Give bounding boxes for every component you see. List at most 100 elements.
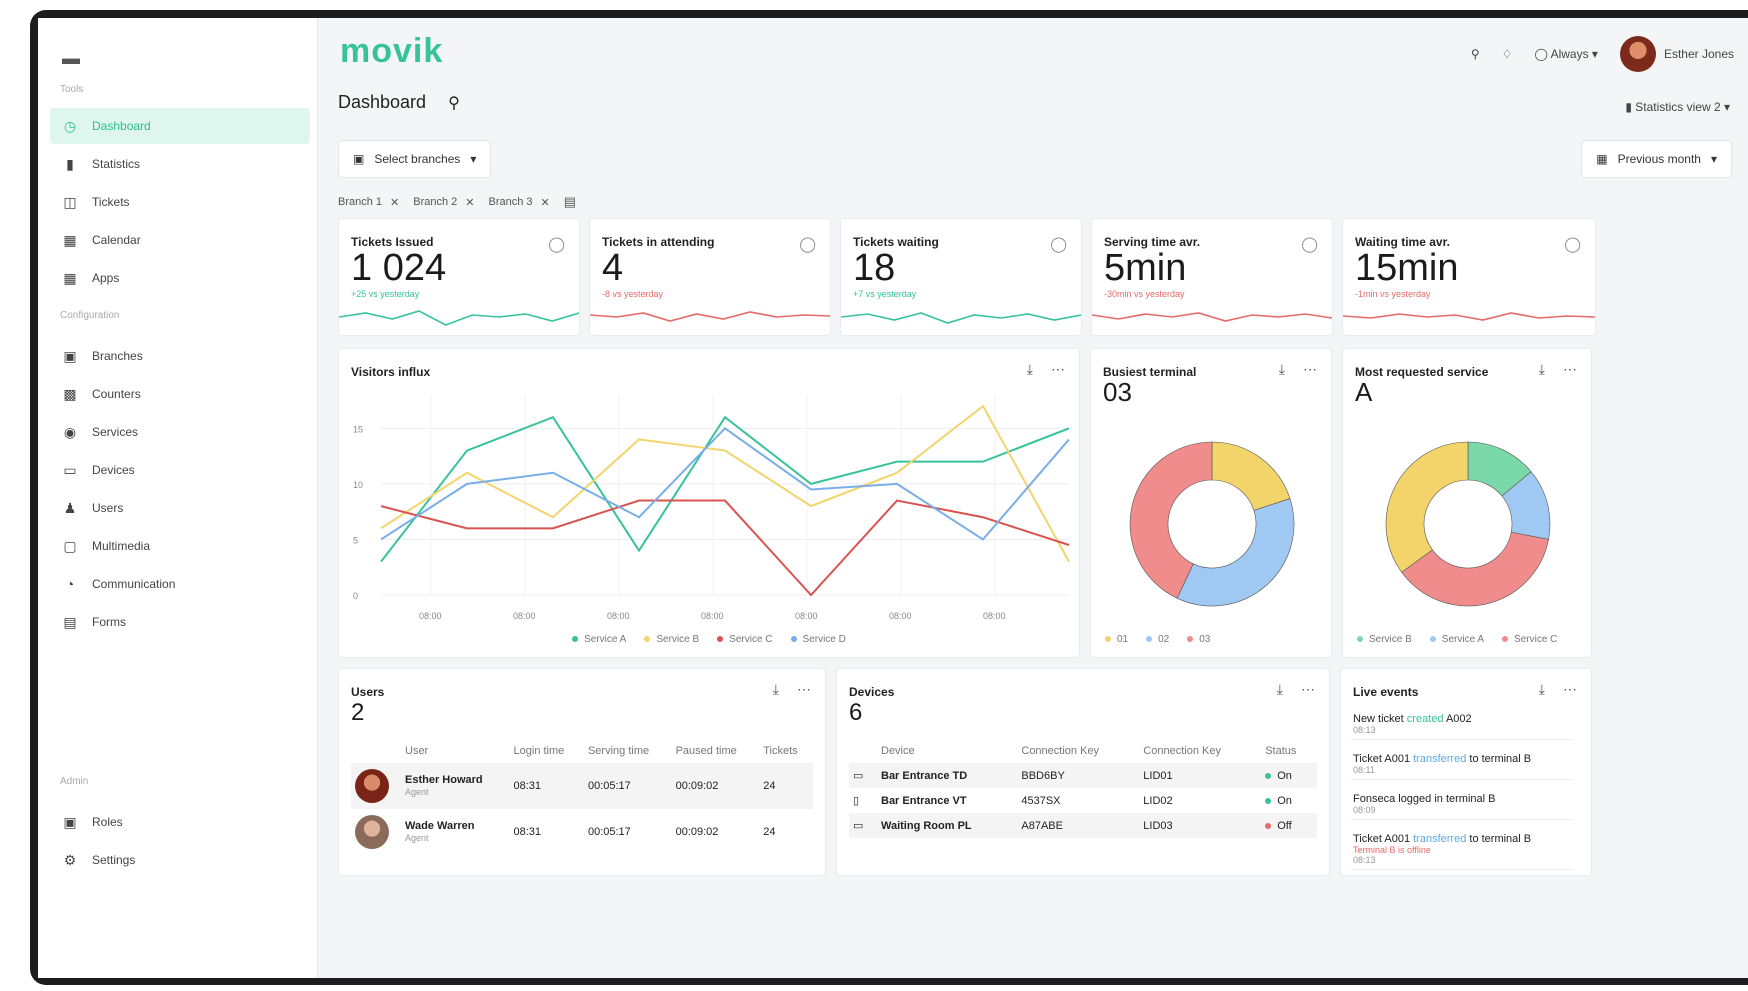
ticket-icon: ◯: [548, 236, 565, 253]
column-header[interactable]: Login time: [510, 739, 584, 763]
location-selector[interactable]: ◯ Always ▾: [1534, 47, 1597, 61]
search-icon[interactable]: ⚲: [1471, 47, 1480, 61]
column-header[interactable]: Status: [1261, 739, 1317, 763]
legend-item[interactable]: Service A: [1429, 634, 1484, 645]
download-icon[interactable]: ⤓: [1539, 681, 1545, 698]
select-branches-button[interactable]: ▣ Select branches ▾: [338, 140, 492, 178]
x-tick-label: 08:00: [983, 611, 1006, 621]
table-row[interactable]: ▯ Bar Entrance VT 4537SX LID02 On: [849, 788, 1317, 813]
sidebar-item-label: Communication: [92, 577, 176, 591]
sidebar-item-statistics[interactable]: ▮ Statistics: [50, 146, 310, 182]
branch-chip[interactable]: Branch 1 ✕: [338, 196, 399, 209]
more-icon[interactable]: ⋯: [1563, 361, 1577, 378]
event-warning: Terminal B is offline: [1353, 845, 1431, 855]
chart-legend: 01 02 03: [1091, 634, 1331, 645]
column-header[interactable]: Connection Key: [1139, 739, 1261, 763]
legend-item[interactable]: Service C: [717, 634, 773, 645]
bar-chart-icon: ▮: [66, 155, 74, 172]
kpi-card[interactable]: Tickets waiting ◯ 18 +7 vs yesterday: [840, 218, 1082, 336]
stats-view-selector[interactable]: ▮ Statistics view 2 ▾: [1625, 100, 1730, 114]
devices-icon: ▭: [63, 461, 77, 478]
kpi-value: 4: [602, 247, 624, 289]
sidebar-item-communication[interactable]: ◔ Communication: [50, 566, 310, 602]
period-selector[interactable]: ▦ Previous month ▾: [1581, 140, 1732, 178]
column-header[interactable]: User: [401, 739, 510, 763]
close-icon[interactable]: ✕: [541, 196, 550, 209]
sidebar-item-branches[interactable]: ▣ Branches: [50, 338, 310, 374]
legend-item[interactable]: 01: [1105, 634, 1128, 645]
calendar-icon: ▦: [1596, 152, 1608, 166]
download-icon[interactable]: ⤓: [1027, 361, 1033, 378]
bell-icon[interactable]: ♢: [1502, 47, 1513, 61]
event-item[interactable]: New ticket created A002 08:13: [1351, 709, 1573, 740]
sidebar-item-tickets[interactable]: ◫ Tickets: [50, 184, 310, 220]
column-header[interactable]: Tickets: [759, 739, 813, 763]
sidebar-item-roles[interactable]: ▣ Roles: [50, 804, 310, 840]
sidebar-item-users[interactable]: ♟ Users: [50, 490, 310, 526]
brand-logo[interactable]: movik: [340, 32, 443, 71]
kpi-card[interactable]: Tickets in attending ◯ 4 -8 vs yesterday: [589, 218, 831, 336]
close-icon[interactable]: ✕: [465, 196, 474, 209]
legend-item[interactable]: Service C: [1502, 634, 1557, 645]
more-icon[interactable]: ⋯: [1563, 681, 1577, 698]
branch-chip[interactable]: Branch 3 ✕: [489, 196, 550, 209]
sidebar-item-apps[interactable]: ▦ Apps: [50, 260, 310, 296]
sidebar-item-settings[interactable]: ⚙ Settings: [50, 842, 310, 878]
user-menu[interactable]: Esther Jones: [1619, 36, 1734, 72]
login-time: 08:31: [513, 826, 542, 838]
table-row[interactable]: Wade Warren Agent 08:31 00:05:17 00:09:02…: [351, 809, 813, 855]
event-item[interactable]: Ticket A001 transferred to terminal B 08:…: [1351, 749, 1573, 780]
sidebar-item-forms[interactable]: ▤ Forms: [50, 604, 310, 640]
table-row[interactable]: ▭ Bar Entrance TD BBD6BY LID01 On: [849, 763, 1317, 788]
sidebar-item-counters[interactable]: ▩ Counters: [50, 376, 310, 412]
search-icon[interactable]: ⚲: [448, 93, 460, 113]
users-card: Users ⤓ ⋯ 2 User Login time Serving time…: [338, 668, 826, 876]
close-icon[interactable]: ✕: [390, 196, 399, 209]
column-header[interactable]: Paused time: [672, 739, 760, 763]
download-icon[interactable]: ⤓: [773, 681, 779, 698]
legend-item[interactable]: Service B: [1357, 634, 1412, 645]
table-row[interactable]: ▭ Waiting Room PL A87ABE LID03 Off: [849, 813, 1317, 838]
more-icon[interactable]: ⋯: [1303, 361, 1317, 378]
sidebar-item-dashboard[interactable]: ◷ Dashboard: [50, 108, 310, 144]
card-title: Users: [351, 685, 385, 699]
branch-chip[interactable]: Branch 2 ✕: [413, 196, 474, 209]
column-header[interactable]: Connection Key: [1017, 739, 1139, 763]
kpi-delta: +25 vs yesterday: [351, 289, 420, 299]
event-item[interactable]: Ticket A001 transferred to terminal B Ter…: [1351, 829, 1573, 870]
sparkline-path: [841, 312, 1081, 324]
kpi-card[interactable]: Serving time avr. ◯ 5min -30min vs yeste…: [1091, 218, 1333, 336]
devices-table: Device Connection Key Connection Key Sta…: [849, 739, 1317, 838]
sidebar-item-multimedia[interactable]: ▢ Multimedia: [50, 528, 310, 564]
busiest-terminal-value: 03: [1103, 377, 1132, 407]
more-icon[interactable]: ⋯: [1051, 361, 1065, 378]
table-row[interactable]: Esther Howard Agent 08:31 00:05:17 00:09:…: [351, 763, 813, 809]
chip-label: Branch 3: [488, 196, 533, 208]
event-text: to terminal B: [1466, 833, 1532, 845]
kpi-card[interactable]: Waiting time avr. ◯ 15min -1min vs yeste…: [1342, 218, 1596, 336]
legend-item[interactable]: Service A: [572, 634, 626, 645]
legend-item[interactable]: 02: [1146, 634, 1169, 645]
status-badge: Off: [1277, 819, 1292, 832]
column-header[interactable]: Serving time: [584, 739, 672, 763]
user-name: Esther Jones: [1663, 47, 1734, 61]
tablet-icon: ▯: [853, 795, 860, 807]
sidebar-item-services[interactable]: ◉ Services: [50, 414, 310, 450]
more-icon[interactable]: ⋯: [797, 681, 811, 698]
menu-icon[interactable]: ▬: [62, 48, 80, 69]
trash-icon[interactable]: ▤: [564, 194, 576, 210]
column-header[interactable]: Device: [877, 739, 1017, 763]
sidebar-item-devices[interactable]: ▭ Devices: [50, 452, 310, 488]
download-icon[interactable]: ⤓: [1279, 361, 1285, 378]
legend-item[interactable]: 03: [1187, 634, 1210, 645]
legend-item[interactable]: Service D: [790, 634, 846, 645]
card-title: Most requested service: [1355, 365, 1489, 379]
sidebar-item-calendar[interactable]: ▦ Calendar: [50, 222, 310, 258]
more-icon[interactable]: ⋯: [1301, 681, 1315, 698]
download-icon[interactable]: ⤓: [1277, 681, 1283, 698]
event-item[interactable]: Fonseca logged in terminal B 08:09: [1351, 789, 1573, 820]
kpi-card[interactable]: Tickets Issued ◯ 1 024 +25 vs yesterday: [338, 218, 580, 336]
legend-label: Service B: [656, 634, 700, 645]
legend-item[interactable]: Service B: [644, 634, 699, 645]
download-icon[interactable]: ⤓: [1539, 361, 1545, 378]
